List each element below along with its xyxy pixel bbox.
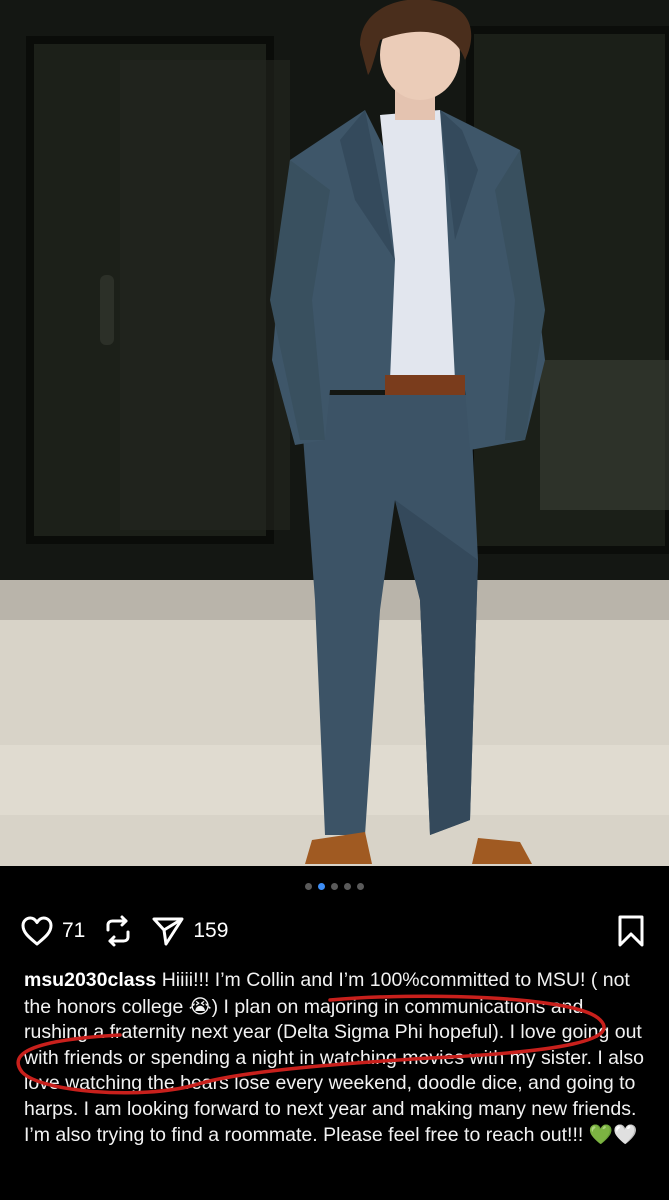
caption-text-part2: ) I plan on majoring in communications a…	[24, 995, 644, 1147]
like-count: 71	[62, 919, 86, 942]
carousel-dot	[357, 883, 364, 890]
carousel-dot	[344, 883, 351, 890]
bookmark-icon[interactable]	[617, 914, 645, 948]
like-button[interactable]: 71	[20, 915, 85, 947]
post-caption: msu2030class Hiiii!!! I’m Collin and I’m…	[24, 968, 649, 1149]
save-button[interactable]	[617, 914, 645, 948]
carousel-dot	[331, 883, 338, 890]
carousel-indicator	[0, 883, 669, 890]
share-button[interactable]: 159	[151, 915, 228, 947]
carousel-dot-active	[318, 883, 325, 890]
send-icon[interactable]	[151, 915, 185, 947]
share-count: 159	[193, 919, 229, 942]
repost-icon[interactable]	[103, 914, 133, 948]
post-photo[interactable]	[0, 0, 669, 866]
photo-illustration	[0, 0, 669, 866]
heart-emojis: 💚🤍	[588, 1123, 638, 1146]
post-action-bar: 71 159	[20, 910, 649, 952]
caption-username[interactable]: msu2030class	[24, 969, 156, 991]
crying-emoji: 😭	[188, 994, 212, 1018]
repost-button[interactable]	[103, 914, 133, 948]
carousel-dot	[305, 883, 312, 890]
heart-icon[interactable]	[20, 915, 54, 947]
